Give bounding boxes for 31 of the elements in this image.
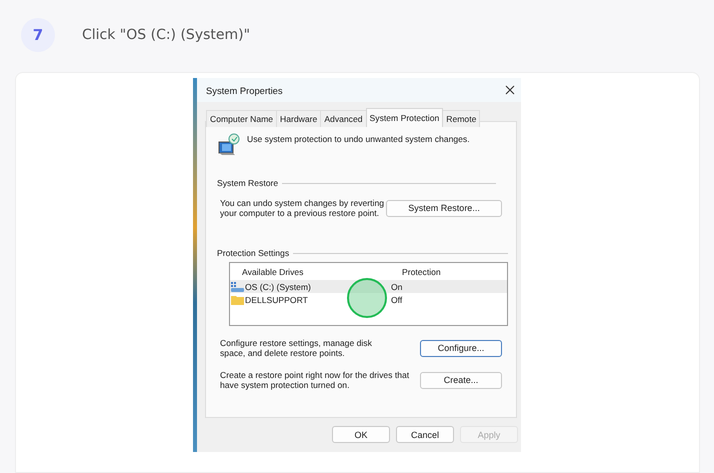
dialog-button[interactable]: Cancel [396,426,454,443]
restore-description: You can undo system changes by reverting your computer to a previous restore point. [220,198,386,218]
protection-status: Off [391,294,404,304]
tab[interactable]: System Protection [366,108,444,127]
tab[interactable]: Hardware [276,110,322,127]
system-restore-button[interactable]: System Restore... [386,200,502,216]
drive-row[interactable]: DELLSUPPORT Off [230,293,507,306]
section-heading: System Restore [217,178,278,188]
create-description: Create a restore point right now for the drives that have system protection turned on. [220,370,410,390]
click-indicator [347,278,387,318]
configure-description: Configure restore settings, manage disk space, and delete restore points. [220,338,373,358]
drive-name: DELLSUPPORT [245,294,308,304]
drive-icon [231,282,244,292]
drive-row[interactable]: OS (C:) (System) On [230,280,507,293]
column-header[interactable]: Available Drives [232,267,392,277]
section-heading: Protection Settings [217,248,290,258]
create-button[interactable]: Create... [420,372,502,388]
computer-shield-icon [217,132,241,156]
step-number: 7 [21,18,55,52]
window-title: System Properties [206,84,283,96]
close-icon[interactable] [505,85,515,95]
tab[interactable]: Computer Name [206,110,278,127]
drive-name: OS (C:) (System) [245,282,311,292]
intro-text: Use system protection to undo unwanted system changes. [247,134,470,144]
configure-button[interactable]: Configure... [420,340,502,356]
protection-status: On [391,282,404,292]
column-header[interactable]: Protection [392,267,507,277]
tab[interactable]: Advanced [320,110,367,127]
dialog-button[interactable]: OK [332,426,390,443]
tab[interactable]: Remote [442,110,480,127]
step-instruction: Click "OS (C:) (System)" [82,27,250,43]
